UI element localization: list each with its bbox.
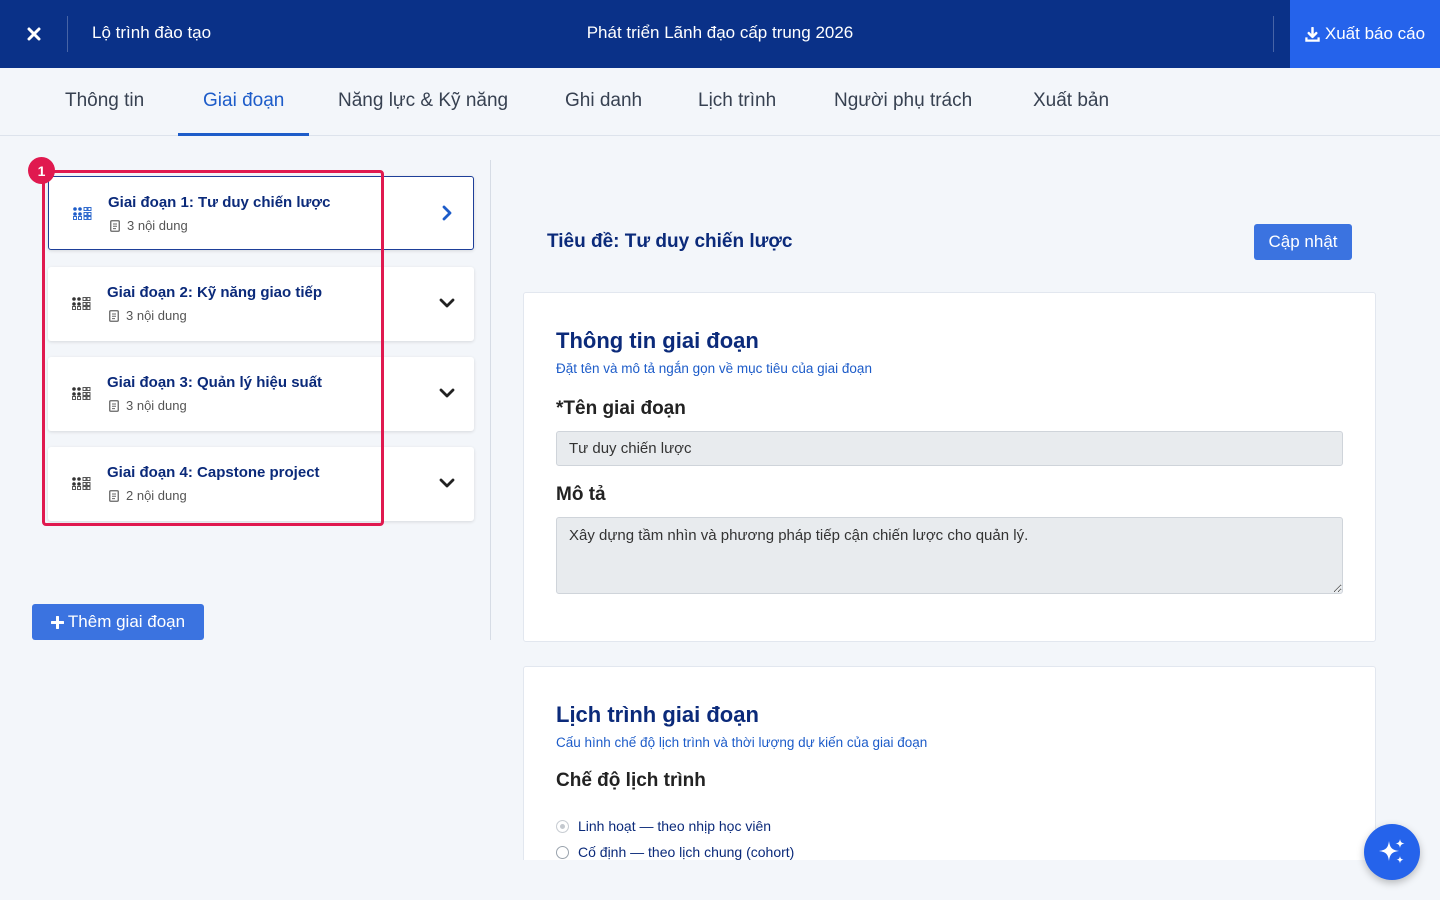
plus-icon (50, 615, 64, 629)
tab-stages[interactable]: Giai đoạn (178, 68, 310, 136)
drag-handle-icon[interactable] (71, 386, 91, 400)
chevron-down-icon[interactable] (438, 384, 456, 402)
panel-title: Thông tin giai đoạn (556, 328, 759, 353)
chevron-down-icon[interactable] (438, 474, 456, 492)
sparkle-icon (1379, 839, 1405, 864)
ai-assistant-button[interactable] (1364, 824, 1420, 880)
tab-schedule[interactable]: Lịch trình (673, 68, 801, 136)
add-stage-button[interactable]: Thêm giai đoạn (32, 604, 204, 640)
stage-name-label: *Tên giai đoạn (556, 398, 686, 419)
stage-title: Giai đoạn 3: Quản lý hiệu suất (107, 374, 323, 391)
column-divider (490, 160, 491, 640)
panel-title: Lịch trình giai đoạn (556, 702, 759, 727)
stage-meta-text: 3 nội dung (126, 398, 187, 413)
close-icon (27, 27, 41, 41)
stage-item[interactable]: Giai đoạn 4: Capstone project 2 nội dung (48, 447, 474, 521)
stage-item[interactable]: Giai đoạn 1: Tư duy chiến lược 3 nội dun… (48, 176, 474, 250)
stage-title: Giai đoạn 4: Capstone project (107, 464, 320, 481)
tab-publish[interactable]: Xuất bản (1008, 68, 1134, 136)
tab-enrollment[interactable]: Ghi danh (540, 68, 667, 136)
stage-content-count: 2 nội dung (109, 488, 187, 503)
stage-content-count: 3 nội dung (109, 398, 187, 413)
document-icon (109, 309, 119, 322)
document-icon (110, 219, 120, 232)
description-textarea[interactable]: Xây dựng tầm nhìn và phương pháp tiếp cậ… (556, 517, 1343, 594)
stage-meta-text: 3 nội dung (126, 308, 187, 323)
drag-handle-icon[interactable] (72, 206, 92, 220)
stage-detail-title: Tiêu đề: Tư duy chiến lược (547, 231, 793, 252)
stage-item[interactable]: Giai đoạn 2: Kỹ năng giao tiếp 3 nội dun… (48, 267, 474, 341)
stage-title: Giai đoạn 2: Kỹ năng giao tiếp (107, 284, 323, 301)
breadcrumb[interactable]: Lộ trình đào tạo (92, 23, 211, 43)
document-icon (109, 489, 119, 502)
update-button[interactable]: Cập nhật (1254, 224, 1352, 260)
top-bar: Lộ trình đào tạo Phát triển Lãnh đạo cấp… (0, 0, 1440, 68)
radio-button[interactable] (556, 819, 569, 833)
add-stage-label: Thêm giai đoạn (67, 612, 186, 631)
description-label: Mô tả (556, 484, 606, 505)
stage-name-input[interactable] (556, 431, 1343, 466)
stage-title: Giai đoạn 1: Tư duy chiến lược (108, 194, 331, 211)
radio-button[interactable] (556, 845, 569, 859)
stage-meta-text: 3 nội dung (127, 218, 188, 233)
schedule-option-flexible[interactable]: Linh hoạt — theo nhịp học viên (556, 818, 771, 834)
stage-item[interactable]: Giai đoạn 3: Quản lý hiệu suất 3 nội dun… (48, 357, 474, 431)
program-title: Phát triển Lãnh đạo cấp trung 2026 (586, 23, 854, 42)
export-report-label: Xuất báo cáo (1324, 24, 1426, 43)
annotation-badge: 1 (28, 157, 55, 184)
schedule-option-fixed[interactable]: Cố định — theo lịch chung (cohort) (556, 844, 794, 860)
export-report-button[interactable]: Xuất báo cáo (1290, 0, 1440, 68)
stage-info-panel: Thông tin giai đoạn Đặt tên và mô tả ngắ… (523, 292, 1376, 642)
drag-handle-icon[interactable] (71, 476, 91, 490)
radio-label: Cố định — theo lịch chung (cohort) (578, 844, 795, 860)
chevron-right-icon[interactable] (437, 204, 455, 222)
document-icon (109, 399, 119, 412)
chevron-down-icon[interactable] (438, 294, 456, 312)
download-icon (1305, 26, 1320, 42)
header-divider (67, 16, 68, 52)
tab-competencies[interactable]: Năng lực & Kỹ năng (313, 68, 533, 136)
panel-subtitle: Đặt tên và mô tả ngắn gọn về mục tiêu củ… (556, 361, 872, 376)
schedule-mode-label: Chế độ lịch trình (556, 770, 706, 791)
header-divider (1273, 16, 1274, 52)
stage-schedule-panel: Lịch trình giai đoạn Cấu hình chế độ lịc… (523, 666, 1376, 860)
stage-content-count: 3 nội dung (110, 218, 188, 233)
stage-content-count: 3 nội dung (109, 308, 187, 323)
panel-subtitle: Cấu hình chế độ lịch trình và thời lượng… (556, 735, 928, 750)
radio-label: Linh hoạt — theo nhịp học viên (578, 818, 772, 834)
close-button[interactable] (18, 18, 50, 50)
stage-meta-text: 2 nội dung (126, 488, 187, 503)
tab-info[interactable]: Thông tin (40, 68, 169, 136)
tab-bar: Thông tin Giai đoạn Năng lực & Kỹ năng G… (0, 68, 1440, 136)
tab-owners[interactable]: Người phụ trách (809, 68, 997, 136)
drag-handle-icon[interactable] (71, 296, 91, 310)
